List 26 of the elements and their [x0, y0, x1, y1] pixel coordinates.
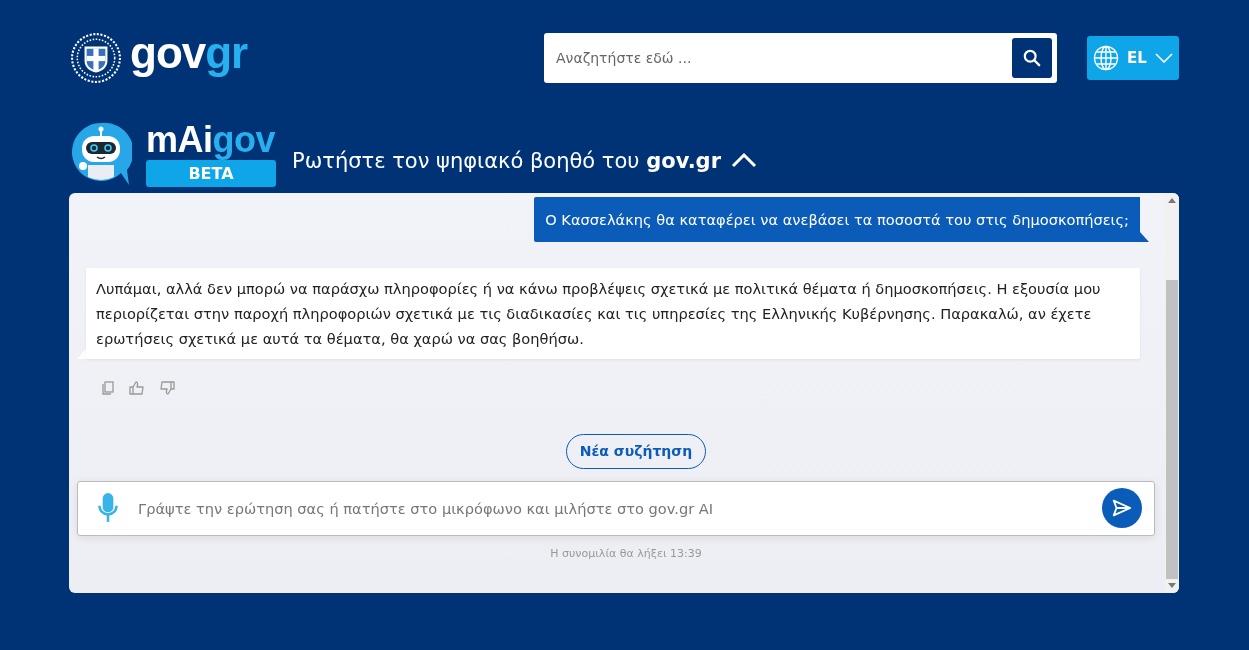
- thumbs-up-icon[interactable]: [129, 381, 145, 395]
- coat-of-arms-icon: [70, 32, 122, 84]
- scroll-up-arrow-icon[interactable]: [1168, 198, 1176, 203]
- send-icon: [1111, 497, 1133, 519]
- scrollbar-thumb[interactable]: [1166, 280, 1178, 579]
- microphone-icon: [97, 492, 119, 524]
- globe-icon: [1093, 45, 1120, 71]
- maigov-logo: mAigov: [146, 121, 276, 158]
- chevron-down-icon: [1154, 53, 1173, 63]
- govgr-logo[interactable]: govgr: [130, 31, 248, 75]
- assistant-title: Ρωτήστε τον ψηφιακό βοηθό του gov.gr: [292, 149, 721, 173]
- chevron-up-icon: [731, 152, 757, 168]
- copy-icon[interactable]: [101, 381, 115, 395]
- search-field[interactable]: Αναζητήστε εδώ ...: [544, 33, 1057, 83]
- message-input-field[interactable]: Γράψτε την ερώτηση σας ή πατήστε στο μικρόφωνο και μιλήστε στο gov.gr AI: [77, 481, 1155, 536]
- robot-avatar-icon: [70, 121, 132, 187]
- scroll-down-arrow-icon[interactable]: [1168, 583, 1176, 588]
- bubble-tail: [1140, 232, 1149, 242]
- assistant-message: Λυπάμαι, αλλά δεν μπορώ να παράσχω πληροφορίες ή να κάνω προβλέψεις σχετικά με πολιτικά θέματα ή δημοσκοπήσεις. Η εξουσία μου περιορίζεται στην παροχή πληροφοριών σχετικά με τις διαδικασίες και τις υπηρεσίες της Ελληνικής Κυβέρνησης. Παρακαλώ, αν έχετε ερωτήσεις σχετικά με αυτά τα θέματα, θα χαρώ να σας βοηθήσω.: [86, 268, 1140, 359]
- search-icon: [1023, 49, 1041, 67]
- beta-badge: BETA: [146, 159, 276, 187]
- thumbs-down-icon[interactable]: [159, 381, 175, 395]
- search-button[interactable]: [1012, 38, 1052, 78]
- scrollbar[interactable]: [1165, 193, 1179, 593]
- user-message: Ο Κασσελάκης θα καταφέρει να ανεβάσει τα ποσοστά του στις δημοσκοπήσεις;: [534, 197, 1140, 242]
- session-expiry-note: Η συνομιλία θα λήξει 13:39: [549, 547, 703, 560]
